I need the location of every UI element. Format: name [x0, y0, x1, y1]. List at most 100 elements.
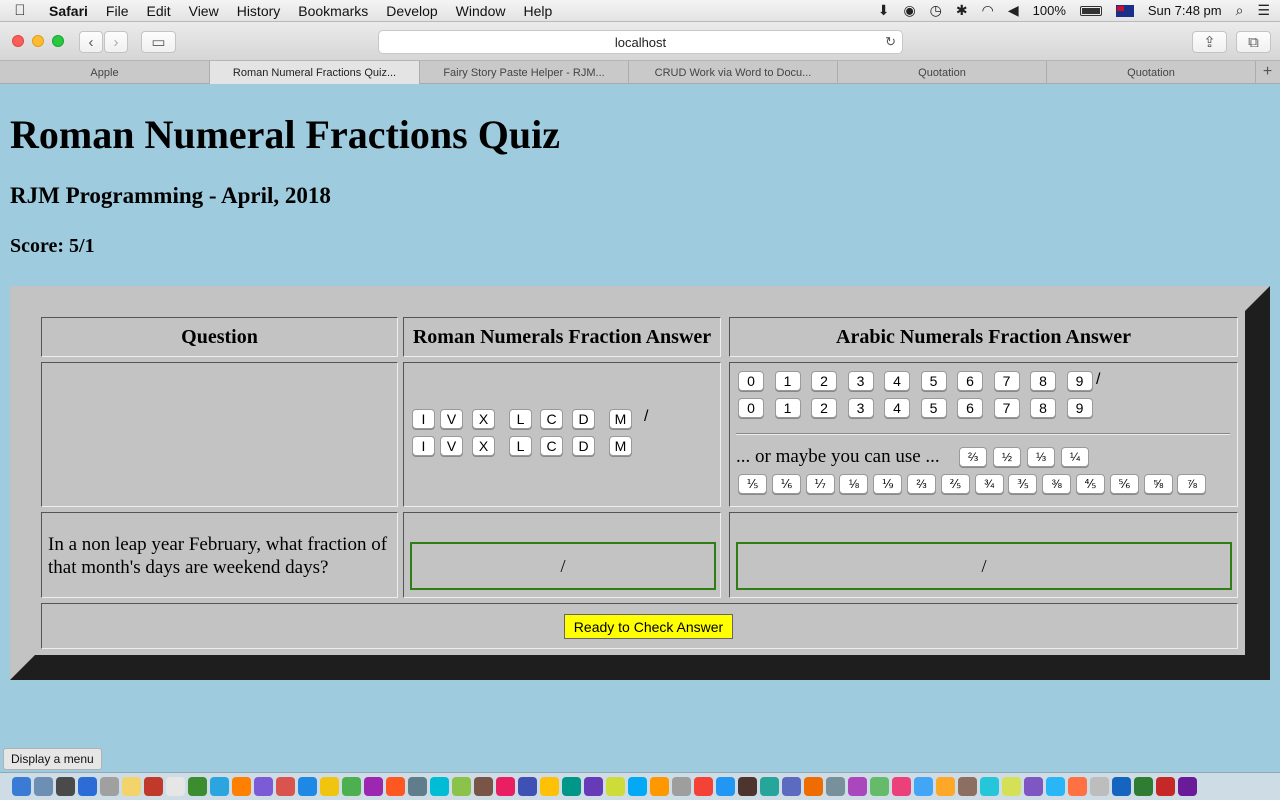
- dock-app-icon[interactable]: [298, 777, 317, 796]
- dock-app-icon[interactable]: [606, 777, 625, 796]
- dock-app-icon[interactable]: [188, 777, 207, 796]
- dock-app-icon[interactable]: [1046, 777, 1065, 796]
- dock-app-icon[interactable]: [672, 777, 691, 796]
- roman-denominator-key-4[interactable]: C: [540, 436, 563, 456]
- fraction-key-b-13[interactable]: ⅞: [1177, 474, 1207, 494]
- dock-app-icon[interactable]: [320, 777, 339, 796]
- arabic-denominator-key-0[interactable]: 0: [738, 398, 764, 418]
- arabic-denominator-key-9[interactable]: 9: [1066, 398, 1093, 418]
- fraction-key-b-3[interactable]: ⅛: [839, 474, 869, 494]
- arabic-numerator-key-4[interactable]: 4: [884, 371, 910, 391]
- dock-app-icon[interactable]: [892, 777, 911, 796]
- dock-app-icon[interactable]: [760, 777, 779, 796]
- dock-app-icon[interactable]: [254, 777, 273, 796]
- dock-app-icon[interactable]: [78, 777, 97, 796]
- fraction-key-b-2[interactable]: ⅐: [805, 474, 835, 494]
- tab-roman-numeral-quiz[interactable]: Roman Numeral Fractions Quiz...: [210, 61, 420, 84]
- volume-icon[interactable]: ◀: [1008, 2, 1019, 19]
- fraction-key-b-12[interactable]: ⅝: [1143, 474, 1173, 494]
- dock-app-icon[interactable]: [1002, 777, 1021, 796]
- dock-app-icon[interactable]: [848, 777, 867, 796]
- roman-numerator-key-1[interactable]: V: [440, 409, 463, 429]
- roman-denominator-key-2[interactable]: X: [472, 436, 495, 456]
- dock-app-icon[interactable]: [144, 777, 163, 796]
- dock-app-icon[interactable]: [914, 777, 933, 796]
- fraction-key-b-4[interactable]: ⅑: [873, 474, 903, 494]
- arabic-numerator-key-7[interactable]: 7: [993, 371, 1020, 391]
- dock-app-icon[interactable]: [496, 777, 515, 796]
- arabic-numerator-key-8[interactable]: 8: [1030, 371, 1056, 391]
- tab-crud-work[interactable]: CRUD Work via Word to Docu...: [629, 61, 838, 84]
- dock-app-icon[interactable]: [166, 777, 185, 796]
- dock-app-icon[interactable]: [100, 777, 119, 796]
- dock-app-icon[interactable]: [276, 777, 295, 796]
- roman-denominator-key-3[interactable]: L: [509, 436, 532, 456]
- dock-app-icon[interactable]: [1068, 777, 1087, 796]
- check-answer-button[interactable]: Ready to Check Answer: [564, 614, 733, 639]
- dock-app-icon[interactable]: [452, 777, 471, 796]
- fraction-key-b-5[interactable]: ⅔: [907, 474, 936, 494]
- tab-apple[interactable]: Apple: [0, 61, 210, 84]
- arabic-numerator-key-5[interactable]: 5: [920, 371, 947, 391]
- battery-icon[interactable]: [1079, 5, 1102, 16]
- arabic-denominator-key-6[interactable]: 6: [957, 398, 983, 418]
- arabic-denominator-key-1[interactable]: 1: [774, 398, 801, 418]
- dock-app-icon[interactable]: [12, 777, 31, 796]
- input-source-flag-icon[interactable]: [1115, 4, 1134, 17]
- arabic-denominator-key-5[interactable]: 5: [920, 398, 947, 418]
- menu-window[interactable]: Window: [447, 3, 515, 19]
- back-button[interactable]: ‹: [79, 31, 103, 53]
- roman-numerator-key-3[interactable]: L: [509, 409, 532, 429]
- tab-quotation-1[interactable]: Quotation: [838, 61, 1047, 84]
- fraction-key-b-9[interactable]: ⅜: [1042, 474, 1072, 494]
- time-machine-icon[interactable]: ◷: [930, 2, 942, 19]
- tab-fairy-story[interactable]: Fairy Story Paste Helper - RJM...: [420, 61, 629, 84]
- dock-app-icon[interactable]: [1178, 777, 1197, 796]
- arabic-denominator-key-4[interactable]: 4: [884, 398, 910, 418]
- dock-app-icon[interactable]: [826, 777, 845, 796]
- wifi-icon[interactable]: ◠: [982, 2, 994, 19]
- dock-app-icon[interactable]: [232, 777, 251, 796]
- menu-bookmarks[interactable]: Bookmarks: [289, 3, 377, 19]
- arabic-numerator-key-3[interactable]: 3: [847, 371, 874, 391]
- arabic-denominator-key-2[interactable]: 2: [811, 398, 837, 418]
- dock-app-icon[interactable]: [584, 777, 603, 796]
- dock-app-icon[interactable]: [1156, 777, 1175, 796]
- arabic-numerator-key-9[interactable]: 9: [1066, 371, 1093, 391]
- dock-app-icon[interactable]: [782, 777, 801, 796]
- fraction-key-a-0[interactable]: ⅔: [959, 447, 987, 467]
- menu-view[interactable]: View: [180, 3, 228, 19]
- address-bar[interactable]: localhost ↻: [378, 30, 903, 54]
- menu-safari[interactable]: Safari: [40, 3, 97, 19]
- window-fullscreen-button[interactable]: [52, 35, 64, 47]
- dock-app-icon[interactable]: [804, 777, 823, 796]
- siri-icon[interactable]: ◉: [903, 2, 915, 19]
- menu-file[interactable]: File: [97, 3, 138, 19]
- fraction-key-b-8[interactable]: ⅗: [1008, 474, 1038, 494]
- dock-app-icon[interactable]: [1024, 777, 1043, 796]
- dock-app-icon[interactable]: [34, 777, 53, 796]
- fraction-key-a-2[interactable]: ⅓: [1027, 447, 1055, 467]
- fraction-key-b-10[interactable]: ⅘: [1076, 474, 1105, 494]
- dock-app-icon[interactable]: [1134, 777, 1153, 796]
- menu-edit[interactable]: Edit: [137, 3, 179, 19]
- dock-app-icon[interactable]: [364, 777, 383, 796]
- fraction-key-b-0[interactable]: ⅕: [738, 474, 767, 494]
- roman-denominator-key-1[interactable]: V: [440, 436, 463, 456]
- download-icon[interactable]: ⬇: [878, 2, 890, 19]
- dock-app-icon[interactable]: [738, 777, 757, 796]
- window-close-button[interactable]: [12, 35, 24, 47]
- dock-app-icon[interactable]: [562, 777, 581, 796]
- dock-app-icon[interactable]: [540, 777, 559, 796]
- roman-denominator-key-6[interactable]: M: [609, 436, 632, 456]
- fraction-key-b-11[interactable]: ⅚: [1109, 474, 1139, 494]
- roman-numerator-key-4[interactable]: C: [540, 409, 563, 429]
- arabic-denominator-key-3[interactable]: 3: [847, 398, 874, 418]
- arabic-numerator-key-6[interactable]: 6: [957, 371, 983, 391]
- dock-app-icon[interactable]: [936, 777, 955, 796]
- window-minimize-button[interactable]: [32, 35, 44, 47]
- dock-app-icon[interactable]: [342, 777, 361, 796]
- roman-numerator-key-0[interactable]: I: [412, 409, 435, 429]
- dock-app-icon[interactable]: [474, 777, 493, 796]
- reload-icon[interactable]: ↻: [885, 34, 896, 50]
